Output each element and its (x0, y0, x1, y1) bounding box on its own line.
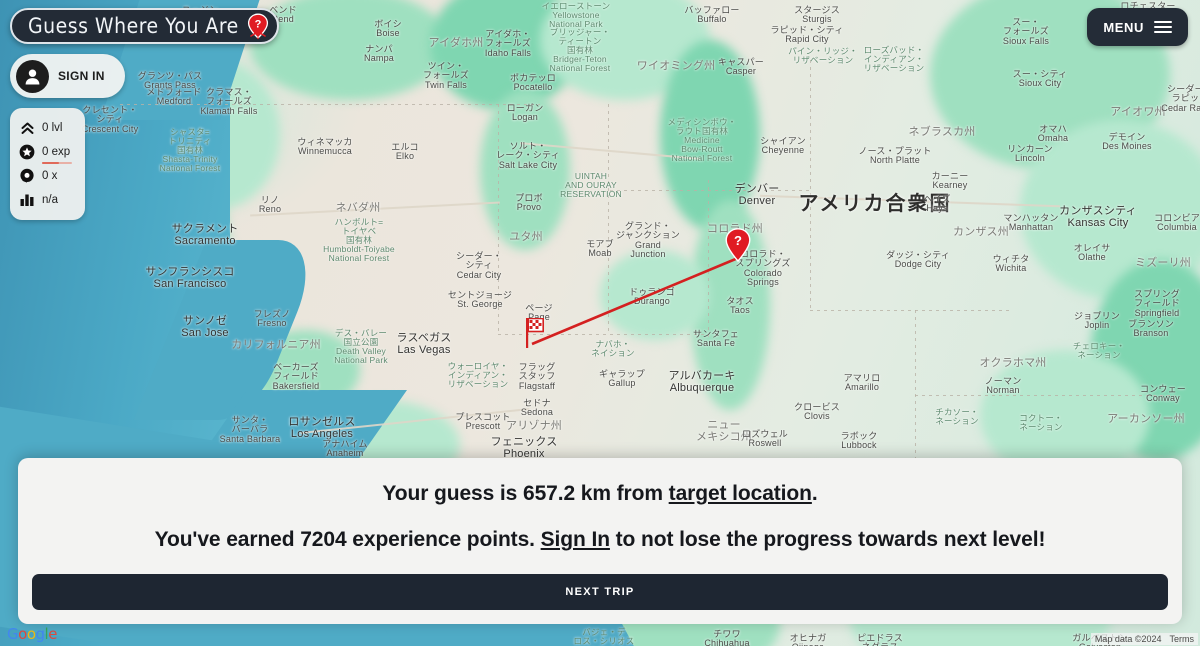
map-border (120, 104, 300, 105)
points-suffix: to not lose the progress towards next le… (609, 528, 1046, 551)
map-attribution: Map data ©2024 Terms (1090, 633, 1198, 645)
map-border (708, 180, 709, 340)
distance-suffix: . (811, 482, 818, 505)
question-pin-icon: ? (725, 228, 751, 263)
map-data-text: Map data ©2024 (1094, 634, 1162, 644)
map-vegetation (600, 250, 710, 340)
app-root: アメリカ合衆国 ユージンEugeneベンドBendボイシBoiseナンパNamp… (0, 0, 1200, 646)
svg-text:?: ? (254, 19, 261, 31)
map-border (608, 104, 609, 334)
hamburger-icon (1154, 20, 1172, 34)
google-logo[interactable]: Google (7, 625, 57, 643)
map-border (810, 60, 811, 310)
experience-result-text: You've earned 7204 experience points. Si… (32, 528, 1168, 552)
double-chevron-up-icon (19, 120, 35, 136)
star-badge-icon (19, 144, 35, 160)
sign-in-button[interactable]: SIGN IN (10, 54, 125, 98)
stat-level: 0 lvl (10, 116, 85, 140)
stat-multiplier-value: 0 x (42, 170, 58, 182)
next-trip-button[interactable]: NEXT TRIP (32, 574, 1168, 610)
sign-in-link[interactable]: Sign In (541, 528, 610, 551)
page-title: Guess Where You Are (28, 14, 239, 38)
stat-multiplier: 0 x (10, 164, 85, 188)
points-prefix: You've earned (154, 528, 301, 551)
user-avatar-icon (16, 59, 49, 93)
map-border (810, 310, 1010, 311)
location-circle-icon (19, 168, 35, 184)
menu-button-label: MENU (1103, 19, 1144, 35)
menu-button[interactable]: MENU (1087, 8, 1188, 46)
distance-mid: from (610, 482, 669, 505)
player-stats-panel: 0 lvl 0 exp 0 x n/a (10, 108, 85, 220)
map-vegetation (660, 40, 760, 230)
sign-in-label: SIGN IN (58, 69, 105, 83)
bar-chart-icon (19, 192, 35, 208)
points-value: 7204 (300, 528, 347, 551)
stat-rank: n/a (10, 188, 85, 212)
stat-experience: 0 exp (10, 140, 85, 164)
checkered-flag-icon (526, 317, 545, 348)
map-vegetation (480, 90, 570, 250)
target-location-link[interactable]: target location (669, 482, 812, 505)
distance-value: 657.2 km (522, 482, 611, 505)
distance-result-text: Your guess is 657.2 km from target locat… (32, 482, 1168, 506)
map-border (610, 190, 810, 191)
stat-rank-value: n/a (42, 194, 58, 206)
distance-prefix: Your guess is (382, 482, 523, 505)
map-border (915, 395, 1175, 396)
result-panel: Your guess is 657.2 km from target locat… (18, 458, 1182, 624)
points-mid: experience points. (346, 528, 541, 551)
guess-location-marker[interactable] (526, 317, 551, 383)
target-location-marker[interactable]: ? (725, 228, 764, 301)
map-border (498, 104, 499, 334)
stat-experience-value: 0 exp (42, 146, 71, 158)
app-title-bar: Guess Where You Are ? (10, 8, 279, 44)
stat-level-value: 0 lvl (42, 122, 63, 134)
svg-text:?: ? (734, 233, 742, 248)
map-border (300, 104, 540, 105)
terms-link[interactable]: Terms (1170, 634, 1195, 644)
question-pin-icon: ? (247, 13, 268, 39)
